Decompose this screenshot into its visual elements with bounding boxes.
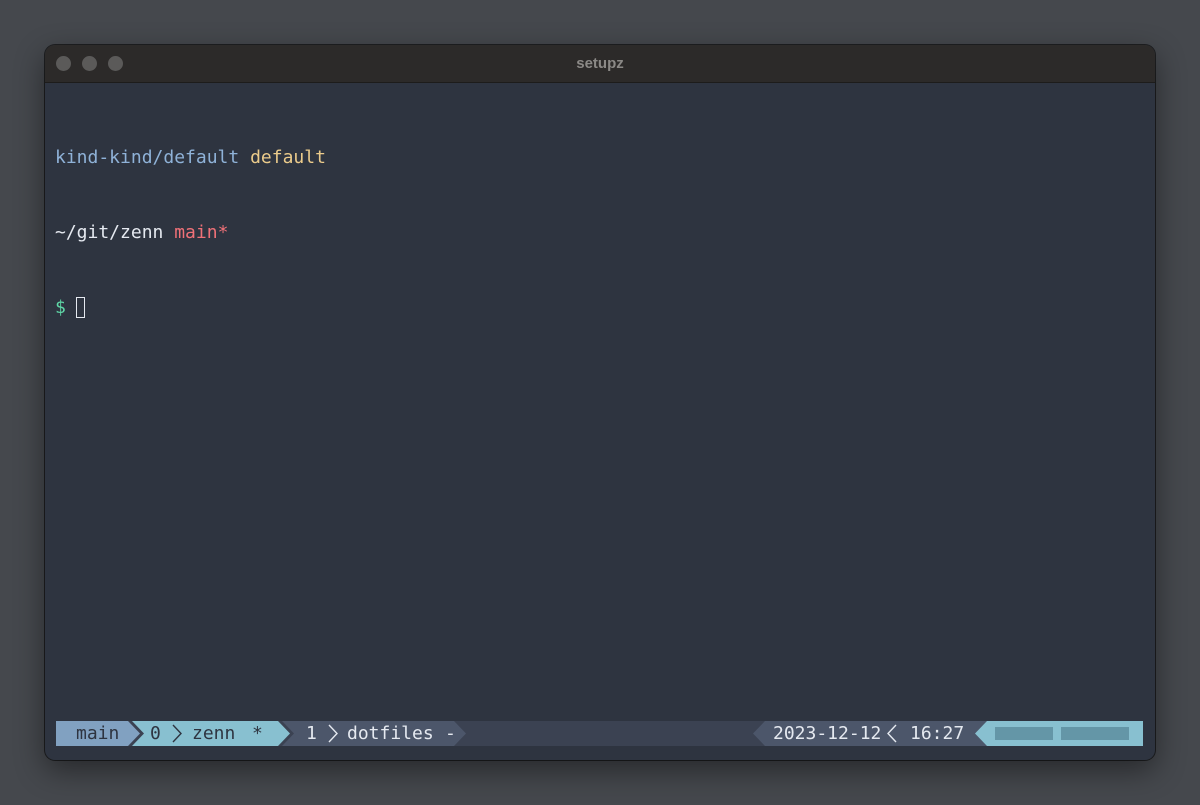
window-flag: -: [445, 723, 456, 744]
window-tab-1[interactable]: 1 dotfiles -: [282, 721, 466, 746]
terminal-window: setupz kind-kind/default default ~/git/z…: [45, 45, 1155, 760]
datetime-segment: 2023-12-12 16:27: [753, 721, 991, 746]
git-branch: main*: [174, 222, 229, 243]
session-name: main: [76, 723, 120, 744]
session-segment[interactable]: main: [56, 721, 140, 746]
hostname-segment: [975, 721, 1143, 746]
tmux-status-bar: main 0 zenn * 1 dotfiles - 2023-12-12 16…: [56, 721, 1143, 746]
status-date: 2023-12-12: [773, 723, 882, 744]
current-path: ~/git/zenn: [55, 222, 164, 243]
kube-prompt-line: kind-kind/default default: [55, 145, 326, 170]
title-bar: setupz: [45, 45, 1155, 83]
status-time: 16:27: [910, 723, 965, 744]
kube-namespace: default: [250, 147, 326, 168]
obscured-hostname: [995, 727, 1053, 740]
obscured-hostname: [1061, 727, 1129, 740]
input-line[interactable]: $: [55, 295, 326, 320]
chevron-left-icon: [887, 724, 897, 743]
text-cursor: [75, 297, 85, 318]
window-tab-0[interactable]: 0 zenn *: [132, 721, 290, 746]
terminal-content[interactable]: kind-kind/default default ~/git/zenn mai…: [55, 95, 326, 370]
window-index: 0: [150, 723, 161, 744]
prompt-symbol: $: [55, 297, 66, 318]
window-name: zenn: [192, 723, 236, 744]
chevron-right-icon: [328, 724, 338, 743]
chevron-right-icon: [172, 724, 182, 743]
window-name: dotfiles: [347, 723, 434, 744]
window-flag: *: [252, 723, 263, 744]
window-index: 1: [306, 723, 317, 744]
kube-context: kind-kind/default: [55, 147, 240, 168]
window-title: setupz: [576, 55, 624, 72]
path-prompt-line: ~/git/zenn main*: [55, 220, 326, 245]
